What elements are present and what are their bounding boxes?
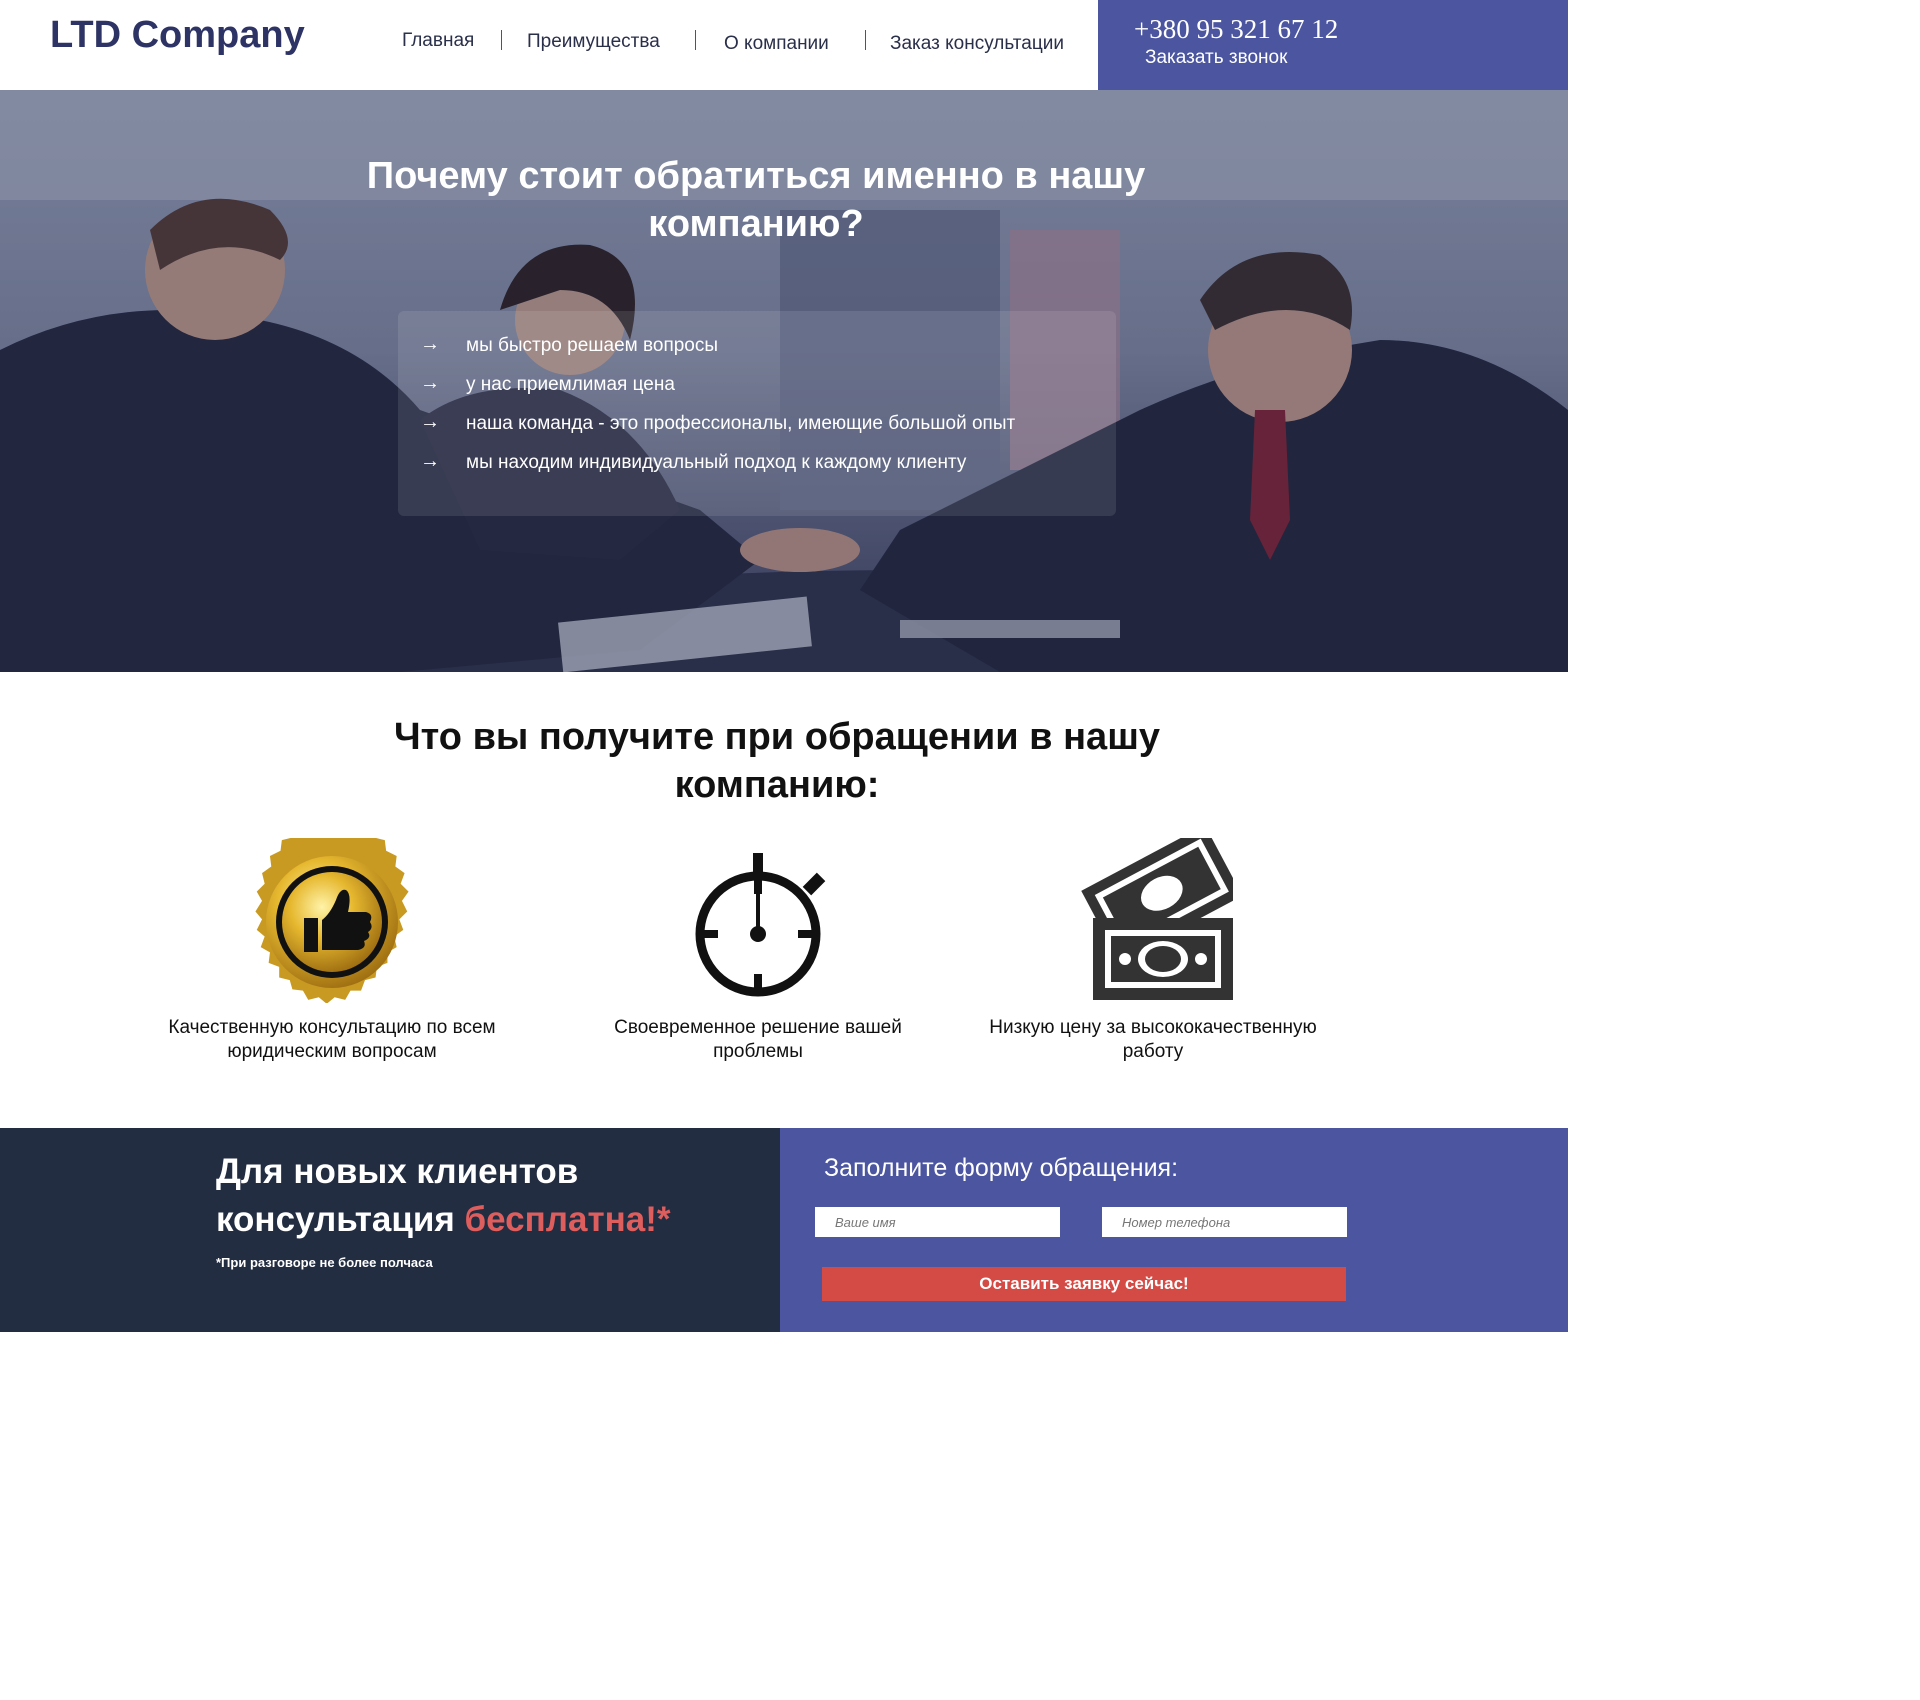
benefit-text: Низкую цену за высококачественную работу xyxy=(989,1017,1317,1062)
promo-panel: Для новых клиентов консультация бесплатн… xyxy=(0,1128,780,1332)
hero-section: Почему стоит обратиться именно в нашу ко… xyxy=(0,90,1568,672)
submit-request-button[interactable]: Оставить заявку сейчас! xyxy=(822,1267,1346,1301)
list-item: → мы быстро решаем вопросы xyxy=(398,333,1098,363)
hero-reasons-list: → мы быстро решаем вопросы → у нас прием… xyxy=(398,311,1116,516)
phone-number[interactable]: +380 95 321 67 12 xyxy=(1134,14,1338,45)
stopwatch-icon xyxy=(695,853,826,997)
promo-footnote: *При разговоре не более полчаса xyxy=(216,1255,433,1270)
site-header: LTD Company Главная Преимущества О компа… xyxy=(0,0,1568,90)
benefit-card: Своевременное решение вашей проблемы xyxy=(578,838,938,1078)
benefit-text: Своевременное решение вашей проблемы xyxy=(614,1017,902,1062)
list-item: → у нас приемлимая цена xyxy=(398,372,1098,402)
request-form: Заполните форму обращения: Оставить заяв… xyxy=(780,1128,1568,1332)
arrow-right-icon: → xyxy=(420,372,440,394)
list-item: → мы находим индивидуальный подход к каж… xyxy=(398,450,1098,480)
money-bills-icon xyxy=(1081,838,1233,1000)
arrow-right-icon: → xyxy=(420,411,440,433)
site-logo[interactable]: LTD Company xyxy=(50,14,305,57)
promo-line-2: консультация бесплатна!* xyxy=(216,1196,670,1244)
nav-divider xyxy=(501,30,502,50)
promo-line-1: Для новых клиентов xyxy=(216,1152,579,1191)
form-title: Заполните форму обращения: xyxy=(824,1154,1179,1182)
nav-divider xyxy=(695,30,696,50)
reason-text: мы быстро решаем вопросы xyxy=(466,335,719,356)
nav-item-advantages[interactable]: Преимущества xyxy=(527,31,660,53)
promo-title: Для новых клиентов консультация бесплатн… xyxy=(216,1148,670,1244)
contact-box: +380 95 321 67 12 Заказать звонок xyxy=(1098,0,1568,90)
benefit-card: Низкую цену за высококачественную работу xyxy=(973,838,1333,1078)
nav-item-about[interactable]: О компании xyxy=(724,33,829,55)
reason-text: у нас приемлимая цена xyxy=(466,374,675,395)
benefits-title: Что вы получите при обращении в нашу ком… xyxy=(393,716,1160,806)
phone-input[interactable] xyxy=(1102,1207,1347,1237)
gold-seal-thumbs-up-icon xyxy=(255,838,409,1003)
reason-text: мы находим индивидуальный подход к каждо… xyxy=(466,452,967,473)
promo-free-highlight: бесплатна!* xyxy=(464,1200,671,1239)
benefit-card: Качественную консультацию по всем юридич… xyxy=(152,838,512,1078)
promo-line-2-prefix: консультация xyxy=(216,1200,465,1239)
order-callback-link[interactable]: Заказать звонок xyxy=(1145,47,1287,69)
arrow-right-icon: → xyxy=(420,450,440,472)
benefit-text: Качественную консультацию по всем юридич… xyxy=(168,1017,496,1062)
hero-title: Почему стоит обратиться именно в нашу ко… xyxy=(366,155,1146,245)
list-item: → наша команда - это профессионалы, имею… xyxy=(398,411,1098,441)
nav-item-home[interactable]: Главная xyxy=(402,30,474,52)
arrow-right-icon: → xyxy=(420,333,440,355)
name-input[interactable] xyxy=(815,1207,1060,1237)
nav-item-consultation[interactable]: Заказ консультации xyxy=(890,33,1064,55)
nav-divider xyxy=(865,30,866,50)
reason-text: наша команда - это профессионалы, имеющи… xyxy=(466,413,1016,434)
